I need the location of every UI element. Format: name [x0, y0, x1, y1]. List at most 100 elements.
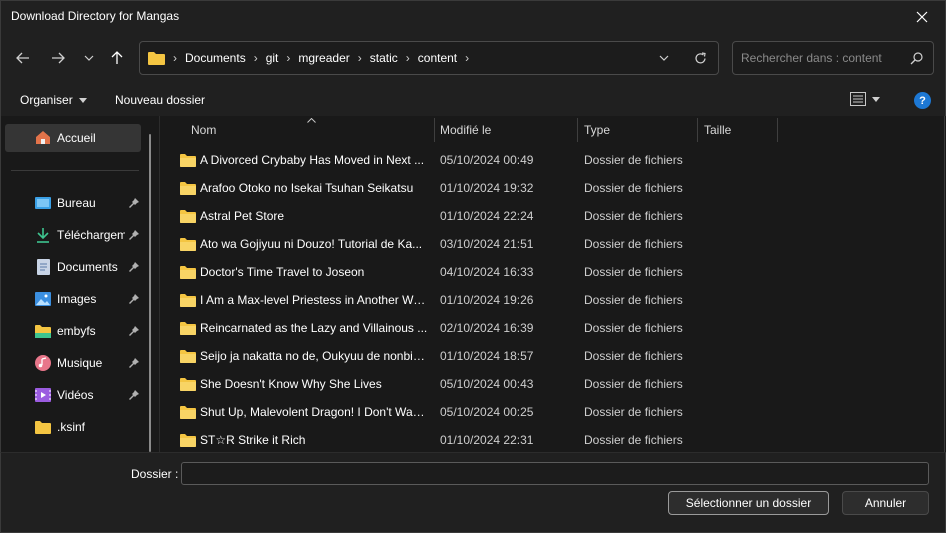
forward-button[interactable] [46, 46, 70, 70]
crumb-separator[interactable]: › [461, 51, 473, 65]
crumb-separator[interactable]: › [282, 51, 294, 65]
back-button[interactable] [11, 46, 35, 70]
file-name-cell[interactable]: Ato wa Gojiyuu ni Douzo! Tutorial de Ka.… [180, 230, 428, 258]
sidebar-item-videos[interactable]: Vidéos [35, 383, 140, 407]
desktop-icon [35, 195, 51, 211]
file-name-cell[interactable]: She Doesn't Know Why She Lives [180, 370, 428, 398]
table-row[interactable]: She Doesn't Know Why She Lives 05/10/2024… [160, 370, 944, 398]
download-icon [35, 227, 51, 243]
sidebar-item-music[interactable]: Musique [35, 351, 140, 375]
table-row[interactable]: Shut Up, Malevolent Dragon! I Don't Wan.… [160, 398, 944, 426]
file-name-cell[interactable]: A Divorced Crybaby Has Moved in Next ... [180, 146, 428, 174]
table-row[interactable]: I Am a Max-level Priestess in Another Wo… [160, 286, 944, 314]
folder-icon [180, 405, 196, 419]
file-name: She Doesn't Know Why She Lives [200, 377, 382, 391]
sidebar-item-embyfs[interactable]: embyfs [35, 319, 140, 343]
file-name-cell[interactable]: I Am a Max-level Priestess in Another Wo… [180, 286, 428, 314]
search-input[interactable] [741, 49, 901, 67]
table-row[interactable]: Arafoo Otoko no Isekai Tsuhan Seikatsu 01… [160, 174, 944, 202]
sidebar-item-label: .ksinf [57, 420, 86, 434]
crumb-content[interactable]: content [414, 51, 461, 65]
file-type: Dossier de fichiers [584, 293, 683, 307]
help-button[interactable]: ? [914, 92, 931, 109]
refresh-button[interactable] [692, 50, 708, 66]
file-name-cell[interactable]: Arafoo Otoko no Isekai Tsuhan Seikatsu [180, 174, 428, 202]
sidebar-item-ksinf[interactable]: .ksinf [35, 415, 140, 439]
sidebar-item-label: embyfs [57, 324, 96, 338]
column-divider[interactable] [577, 118, 578, 142]
file-name-cell[interactable]: Shut Up, Malevolent Dragon! I Don't Wan.… [180, 398, 428, 426]
file-name-cell[interactable]: Astral Pet Store [180, 202, 428, 230]
file-modified: 01/10/2024 22:31 [440, 433, 534, 447]
table-row[interactable]: Seijo ja nakatta no de, Oukyuu de nonbir… [160, 342, 944, 370]
folder-icon [35, 323, 51, 339]
folder-name-input[interactable] [181, 462, 929, 485]
folder-icon [180, 349, 196, 363]
crumb-separator: › [173, 51, 177, 65]
pin-icon [128, 357, 140, 369]
select-folder-button[interactable]: Sélectionner un dossier [668, 491, 829, 515]
crumb-separator[interactable]: › [250, 51, 262, 65]
table-row[interactable]: Ato wa Gojiyuu ni Douzo! Tutorial de Ka.… [160, 230, 944, 258]
sidebar-item-documents[interactable]: Documents [35, 255, 140, 279]
new-folder-button[interactable]: Nouveau dossier [115, 93, 205, 107]
file-name-cell[interactable]: ST☆R Strike it Rich [180, 426, 428, 452]
search-icon[interactable] [909, 51, 923, 65]
folder-icon [35, 419, 51, 435]
column-header-modified[interactable]: Modifié le [440, 116, 574, 144]
table-row[interactable]: A Divorced Crybaby Has Moved in Next ...… [160, 146, 944, 174]
column-divider[interactable] [697, 118, 698, 142]
address-bar[interactable]: › Documents › git › mgreader › static › … [139, 41, 719, 75]
file-type: Dossier de fichiers [584, 265, 683, 279]
crumb-separator[interactable]: › [402, 51, 414, 65]
up-button[interactable] [105, 46, 129, 70]
recent-locations-button[interactable] [77, 46, 101, 70]
new-folder-label: Nouveau dossier [115, 93, 206, 107]
sidebar-item-images[interactable]: Images [35, 287, 140, 311]
file-type: Dossier de fichiers [584, 405, 683, 419]
dialog-footer: Dossier : Sélectionner un dossier Annule… [0, 452, 946, 533]
pin-icon [128, 293, 140, 305]
crumb-mgreader[interactable]: mgreader [294, 51, 353, 65]
sidebar-item-desktop[interactable]: Bureau [35, 191, 140, 215]
sidebar-scrollbar[interactable] [149, 134, 151, 452]
address-history-button[interactable] [656, 50, 672, 66]
folder-icon [180, 321, 196, 335]
file-name-cell[interactable]: Reincarnated as the Lazy and Villainous … [180, 314, 428, 342]
file-type: Dossier de fichiers [584, 433, 683, 447]
column-divider[interactable] [777, 118, 778, 142]
sidebar-item-downloads[interactable]: Téléchargem [35, 223, 140, 247]
column-header-size[interactable]: Taille [704, 116, 774, 144]
file-name: Ato wa Gojiyuu ni Douzo! Tutorial de Ka.… [200, 237, 423, 251]
file-type: Dossier de fichiers [584, 321, 683, 335]
title-bar: Download Directory for Mangas [0, 0, 946, 32]
column-divider[interactable] [434, 118, 435, 142]
caret-down-icon [78, 97, 87, 103]
file-name: Shut Up, Malevolent Dragon! I Don't Wan.… [200, 405, 428, 419]
search-box[interactable] [732, 41, 934, 75]
caret-down-icon [872, 96, 880, 102]
arrow-left-icon [16, 52, 29, 64]
file-name-cell[interactable]: Seijo ja nakatta no de, Oukyuu de nonbir… [180, 342, 428, 370]
crumb-static[interactable]: static [366, 51, 402, 65]
table-row[interactable]: Doctor's Time Travel to Joseon 04/10/2024… [160, 258, 944, 286]
sidebar-item-label: Téléchargem [57, 228, 125, 242]
crumb-separator[interactable]: › [354, 51, 366, 65]
close-button[interactable] [899, 1, 945, 33]
crumb-git[interactable]: git [262, 51, 283, 65]
cancel-button[interactable]: Annuler [842, 491, 929, 515]
crumb-documents[interactable]: Documents [181, 51, 250, 65]
sidebar-item-home[interactable]: Accueil [5, 124, 141, 152]
file-name-cell[interactable]: Doctor's Time Travel to Joseon [180, 258, 428, 286]
change-view-button[interactable] [850, 92, 880, 106]
chevron-down-icon [659, 55, 669, 61]
file-modified: 01/10/2024 19:26 [440, 293, 534, 307]
column-header-type[interactable]: Type [584, 116, 694, 144]
pin-icon [128, 229, 140, 241]
table-row[interactable]: Astral Pet Store 01/10/2024 22:24 Dossier … [160, 202, 944, 230]
folder-icon [180, 181, 196, 195]
organize-button[interactable]: Organiser [20, 93, 87, 107]
column-header-name[interactable]: Nom [191, 116, 431, 144]
table-row[interactable]: Reincarnated as the Lazy and Villainous … [160, 314, 944, 342]
table-row[interactable]: ST☆R Strike it Rich 01/10/2024 22:31 Dossi… [160, 426, 944, 452]
